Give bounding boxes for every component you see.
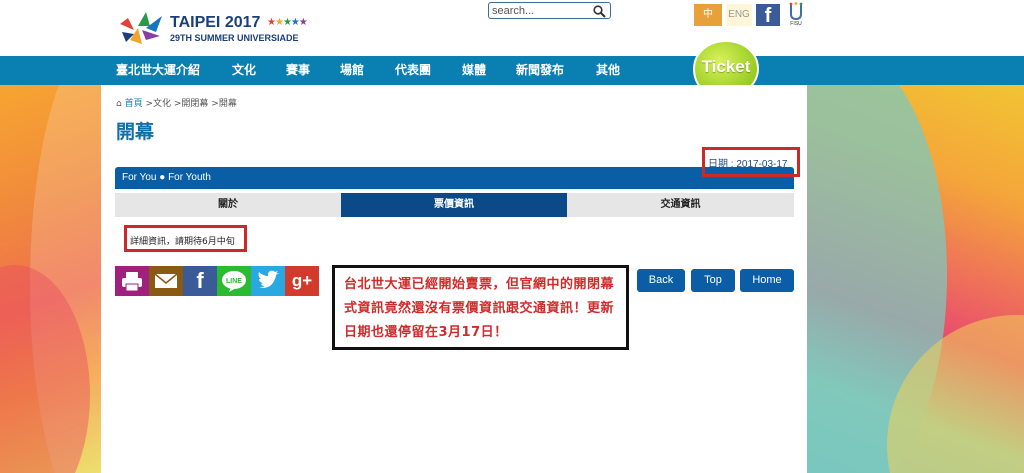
main-navigation: 臺北世大運介紹 文化 賽事 場館 代表團 媒體 新聞發布 其他: [0, 56, 1024, 85]
logo-subtitle: 29TH SUMMER UNIVERSIADE: [170, 33, 299, 43]
tab-about[interactable]: 關於: [115, 193, 341, 217]
nav-item-media[interactable]: 媒體: [462, 56, 486, 85]
universiade-logo-icon: [120, 12, 162, 44]
lang-english-button[interactable]: ENG: [726, 4, 752, 26]
callout-text: 台北世大運已經開始賣票，但官網中的開閉幕式資訊竟然還沒有票價資訊跟交通資訊！更新…: [344, 277, 615, 340]
taipei-2017-logo[interactable]: TAIPEI 2017 ★★★★★ 29TH SUMMER UNIVERSIAD…: [116, 10, 308, 46]
right-decorative-background: [807, 85, 1024, 473]
email-icon: [154, 273, 178, 288]
update-date: 日期 : 2017-03-17: [708, 159, 788, 170]
tagline-bar: For You ● For Youth: [115, 167, 794, 189]
nav-item-news[interactable]: 新聞發布: [516, 56, 564, 85]
logo-stars-icon: ★★★★★: [267, 17, 308, 28]
fisu-label: FISU: [790, 21, 802, 27]
nav-item-others[interactable]: 其他: [596, 56, 620, 85]
lang-chinese-button[interactable]: 中: [694, 4, 722, 26]
home-icon[interactable]: ⌂: [116, 99, 122, 109]
google-plus-icon: g+: [291, 271, 313, 290]
search-icon[interactable]: [593, 5, 606, 18]
svg-text:LINE: LINE: [226, 278, 242, 285]
breadcrumb-trail[interactable]: >文化 >開閉幕 >開幕: [145, 99, 236, 109]
nav-item-culture[interactable]: 文化: [232, 56, 256, 85]
fisu-icon: [789, 2, 803, 21]
facebook-icon: f: [196, 268, 204, 293]
breadcrumb-home-link[interactable]: 首頁: [125, 99, 143, 109]
date-highlight-box: 日期 : 2017-03-17: [702, 147, 800, 177]
facebook-icon[interactable]: f: [756, 4, 780, 27]
page-title: 開幕: [116, 121, 155, 143]
tagline-text: For You ● For Youth: [122, 172, 211, 183]
google-plus-share-button[interactable]: g+: [285, 266, 319, 296]
email-button[interactable]: [149, 266, 183, 296]
search-box: [488, 2, 611, 19]
print-button[interactable]: [115, 266, 149, 296]
logo-title: TAIPEI 2017: [170, 14, 261, 31]
home-button[interactable]: Home: [740, 269, 794, 292]
tab-transport-info[interactable]: 交通資訊: [567, 193, 794, 217]
print-icon: [122, 272, 142, 292]
info-text: 詳細資訊，請期待6月中旬: [130, 237, 235, 247]
line-share-button[interactable]: LINE: [217, 266, 251, 296]
nav-item-venues[interactable]: 場館: [340, 56, 364, 85]
back-button[interactable]: Back: [637, 269, 685, 292]
twitter-share-button[interactable]: [251, 266, 285, 296]
search-input[interactable]: [492, 4, 588, 17]
left-decorative-background: [0, 85, 101, 473]
twitter-icon: [258, 270, 279, 288]
breadcrumb: ⌂ 首頁 >文化 >開閉幕 >開幕: [116, 96, 237, 109]
info-highlight-box: 詳細資訊，請期待6月中旬: [124, 225, 247, 252]
line-icon: LINE: [222, 271, 246, 292]
top-button[interactable]: Top: [691, 269, 735, 292]
tab-ticket-info[interactable]: 票價資訊: [341, 193, 567, 217]
nav-item-universiade-intro[interactable]: 臺北世大運介紹: [116, 56, 200, 85]
facebook-share-button[interactable]: f: [183, 266, 217, 296]
annotation-callout: 台北世大運已經開始賣票，但官網中的開閉幕式資訊竟然還沒有票價資訊跟交通資訊！更新…: [332, 265, 629, 350]
site-header: TAIPEI 2017 ★★★★★ 29TH SUMMER UNIVERSIAD…: [0, 0, 1024, 56]
fisu-logo[interactable]: FISU: [784, 2, 808, 28]
content-panel: ⌂ 首頁 >文化 >開閉幕 >開幕 開幕 For You ● For Youth…: [101, 85, 807, 473]
nav-item-delegations[interactable]: 代表團: [395, 56, 431, 85]
nav-item-competition[interactable]: 賽事: [286, 56, 310, 85]
ticket-label: Ticket: [701, 57, 751, 76]
